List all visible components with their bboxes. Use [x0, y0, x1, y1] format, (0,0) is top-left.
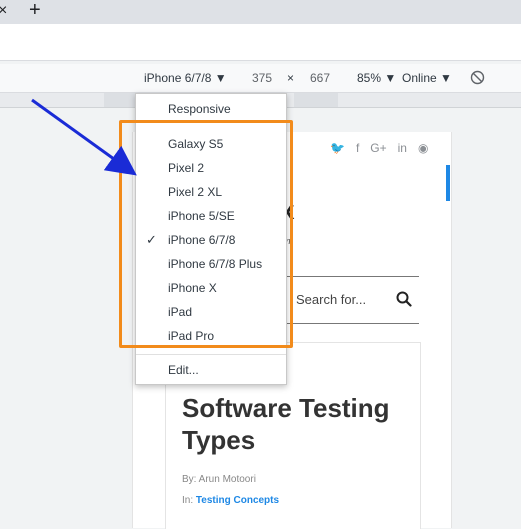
annotation-arrow-icon [31, 98, 137, 176]
